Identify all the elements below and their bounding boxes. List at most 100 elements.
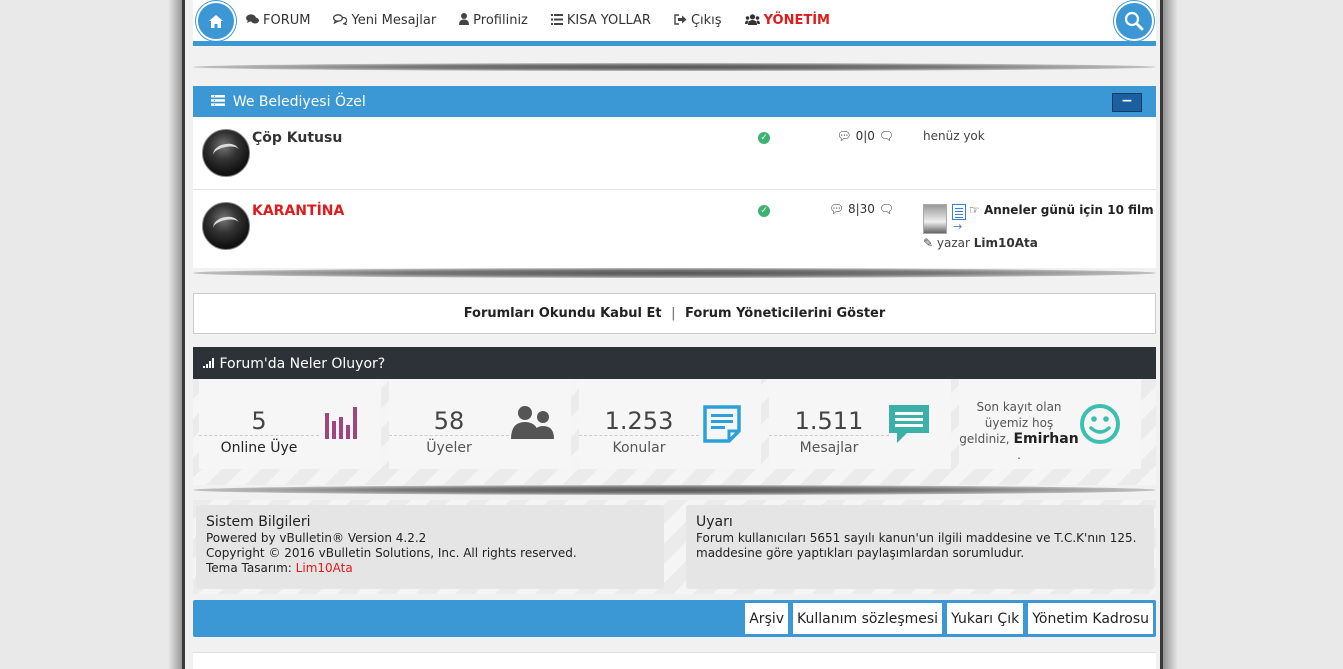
author-link[interactable]: Lim10Ata bbox=[974, 236, 1038, 250]
stat-newest-member: Son kayıt olan üyemiz hoş geldiniz, Emir… bbox=[959, 379, 1141, 469]
top-navbar: FORUM Yeni Mesajlar Profiliniz KISA YOLL… bbox=[193, 0, 1156, 46]
chat-icon bbox=[333, 13, 348, 28]
nav-label: Çıkış bbox=[690, 13, 722, 28]
separator: | bbox=[671, 306, 676, 321]
stat-label: Mesajlar bbox=[799, 440, 859, 456]
user-icon bbox=[459, 13, 470, 28]
welcome-line: geldiniz, Emirhan bbox=[959, 431, 1079, 447]
user-avatar-thumbnail[interactable] bbox=[923, 204, 947, 234]
info-area: Sistem Bilgileri Powered by vBulletin® V… bbox=[193, 500, 1156, 594]
theme-prefix: Tema Tasarım: bbox=[206, 561, 292, 575]
system-info-line: Powered by vBulletin® Version 4.2.2 bbox=[206, 531, 427, 545]
warning-title: Uyarı bbox=[696, 514, 733, 530]
stat-members: 58 Üyeler bbox=[389, 379, 571, 469]
document-icon bbox=[952, 204, 966, 220]
nav-item-new-posts[interactable]: Yeni Mesajlar bbox=[333, 13, 436, 28]
nav-item-admin[interactable]: YÖNETİM bbox=[744, 13, 830, 28]
users-icon bbox=[744, 13, 760, 28]
stat-value: 5 bbox=[251, 407, 267, 435]
post-count: 30 bbox=[859, 202, 875, 216]
stat-line bbox=[579, 435, 699, 436]
category-header[interactable]: We Belediyesi Özel − bbox=[193, 86, 1156, 117]
collapse-button[interactable]: − bbox=[1112, 93, 1142, 112]
stat-value: 1.511 bbox=[794, 407, 864, 435]
newest-member-link[interactable]: Emirhan bbox=[1013, 431, 1078, 447]
section-title: Forum'da Neler Oluyor? bbox=[219, 356, 386, 372]
search-icon bbox=[1124, 11, 1144, 31]
welcome-line-text: geldiniz, bbox=[959, 432, 1010, 446]
hand-pointer-icon: ☞ bbox=[969, 203, 984, 217]
system-info-line: Tema Tasarım: Lim10Ata bbox=[206, 561, 654, 576]
welcome-text: Son kayıt olan üyemiz hoş geldiniz, Emir… bbox=[959, 399, 1079, 463]
last-post-title[interactable]: ☞ Anneler günü için 10 film bbox=[969, 203, 1154, 217]
stats-panel: 5 Online Üye 58 Üyeler 1.253 Konular 1.5… bbox=[193, 379, 1156, 485]
stat-label: Üyeler bbox=[426, 440, 472, 456]
nav-label: YÖNETİM bbox=[763, 13, 830, 28]
nav-item-forum[interactable]: FORUM bbox=[246, 13, 310, 28]
footer-link-staff[interactable]: Yönetim Kadrosu bbox=[1027, 602, 1154, 635]
category-list-icon bbox=[211, 95, 229, 109]
thread-count: 8 bbox=[847, 202, 856, 216]
nav-item-profile[interactable]: Profiliniz bbox=[459, 13, 528, 28]
forum-row: Çöp Kutusu ✓ 💬︎ 0|0 🗨︎ henüz yok bbox=[193, 117, 1156, 189]
forum-title[interactable]: Çöp Kutusu bbox=[252, 130, 342, 146]
mark-read-link[interactable]: Forumları Okundu Kabul Et bbox=[464, 306, 662, 321]
footer-link-archive[interactable]: Arşiv bbox=[744, 602, 790, 635]
bar-chart-icon bbox=[325, 405, 359, 443]
theme-author-link[interactable]: Lim10Ata bbox=[296, 561, 353, 575]
last-post-empty: henüz yok bbox=[923, 129, 985, 143]
stat-label: Online Üye bbox=[220, 440, 298, 456]
thread-count: 0 bbox=[855, 129, 864, 143]
forum-title[interactable]: KARANTİNA bbox=[252, 203, 344, 219]
list-icon bbox=[550, 13, 563, 28]
chat-icon: 🗨︎ bbox=[878, 202, 894, 216]
show-mods-link[interactable]: Forum Yöneticilerini Göster bbox=[685, 306, 885, 321]
forum-stats: 💬︎ 0|0 🗨︎ bbox=[836, 129, 894, 143]
comments-icon bbox=[246, 13, 259, 28]
comment-icon: 💬︎ bbox=[828, 202, 845, 216]
message-icon bbox=[889, 405, 929, 447]
category-title[interactable]: We Belediyesi Özel bbox=[233, 94, 366, 110]
stat-value: 1.253 bbox=[604, 407, 674, 435]
nav-label: KISA YOLLAR bbox=[566, 13, 651, 28]
system-info-line: Copyright © 2016 vBulletin Solutions, In… bbox=[206, 546, 577, 560]
nav-label: Yeni Mesajlar bbox=[351, 13, 437, 28]
forum-stats: 💬︎ 8|30 🗨︎ bbox=[828, 202, 894, 216]
forum-row: KARANTİNA ✓ 💬︎ 8|30 🗨︎ → ☞ Anneler günü … bbox=[193, 190, 1156, 268]
section-divider bbox=[193, 268, 1156, 278]
footer-bar: Arşiv Kullanım sözleşmesi Yukarı Çık Yön… bbox=[193, 600, 1156, 637]
footer-links: Arşiv Kullanım sözleşmesi Yukarı Çık Yön… bbox=[741, 602, 1154, 635]
last-post-title-text[interactable]: Anneler günü için 10 film bbox=[984, 203, 1154, 217]
members-icon bbox=[511, 405, 555, 443]
smile-icon bbox=[1079, 403, 1121, 449]
section-divider bbox=[193, 485, 1156, 495]
system-info-title: Sistem Bilgileri bbox=[206, 514, 311, 530]
home-icon bbox=[209, 14, 223, 28]
nav-menu: FORUM Yeni Mesajlar Profiliniz KISA YOLL… bbox=[246, 13, 853, 28]
warning-text: Forum kullanıcıları 5651 sayılı kanun'un… bbox=[696, 531, 1137, 560]
sign-out-icon bbox=[674, 13, 687, 28]
welcome-dot: . bbox=[1017, 448, 1021, 462]
arrow-right-icon: → bbox=[953, 220, 963, 233]
nav-item-logout[interactable]: Çıkış bbox=[674, 13, 722, 28]
stat-value: 58 bbox=[433, 407, 465, 435]
home-button[interactable] bbox=[196, 1, 236, 41]
check-icon: ✓ bbox=[758, 132, 770, 144]
welcome-line: Son kayıt olan bbox=[976, 400, 1062, 414]
pencil-icon: ✎ bbox=[923, 236, 934, 250]
stat-line bbox=[199, 435, 319, 436]
section-divider bbox=[193, 63, 1156, 71]
nav-item-shortcuts[interactable]: KISA YOLLAR bbox=[550, 13, 651, 28]
search-button[interactable] bbox=[1114, 1, 1154, 41]
welcome-line: üyemiz hoş bbox=[984, 416, 1054, 430]
stat-label: Konular bbox=[612, 440, 666, 456]
footer-link-top[interactable]: Yukarı Çık bbox=[946, 602, 1025, 635]
forum-actions: Forumları Okundu Kabul Et | Forum Yöneti… bbox=[193, 293, 1156, 334]
warning-box: Uyarı Forum kullanıcıları 5651 sayılı ka… bbox=[686, 505, 1154, 589]
nav-label: Profiliniz bbox=[473, 13, 528, 28]
stat-online: 5 Online Üye bbox=[199, 379, 381, 469]
system-info-box: Sistem Bilgileri Powered by vBulletin® V… bbox=[196, 505, 664, 589]
footer-link-terms[interactable]: Kullanım sözleşmesi bbox=[792, 602, 944, 635]
stat-line bbox=[389, 435, 509, 436]
forum-icon bbox=[202, 129, 250, 177]
